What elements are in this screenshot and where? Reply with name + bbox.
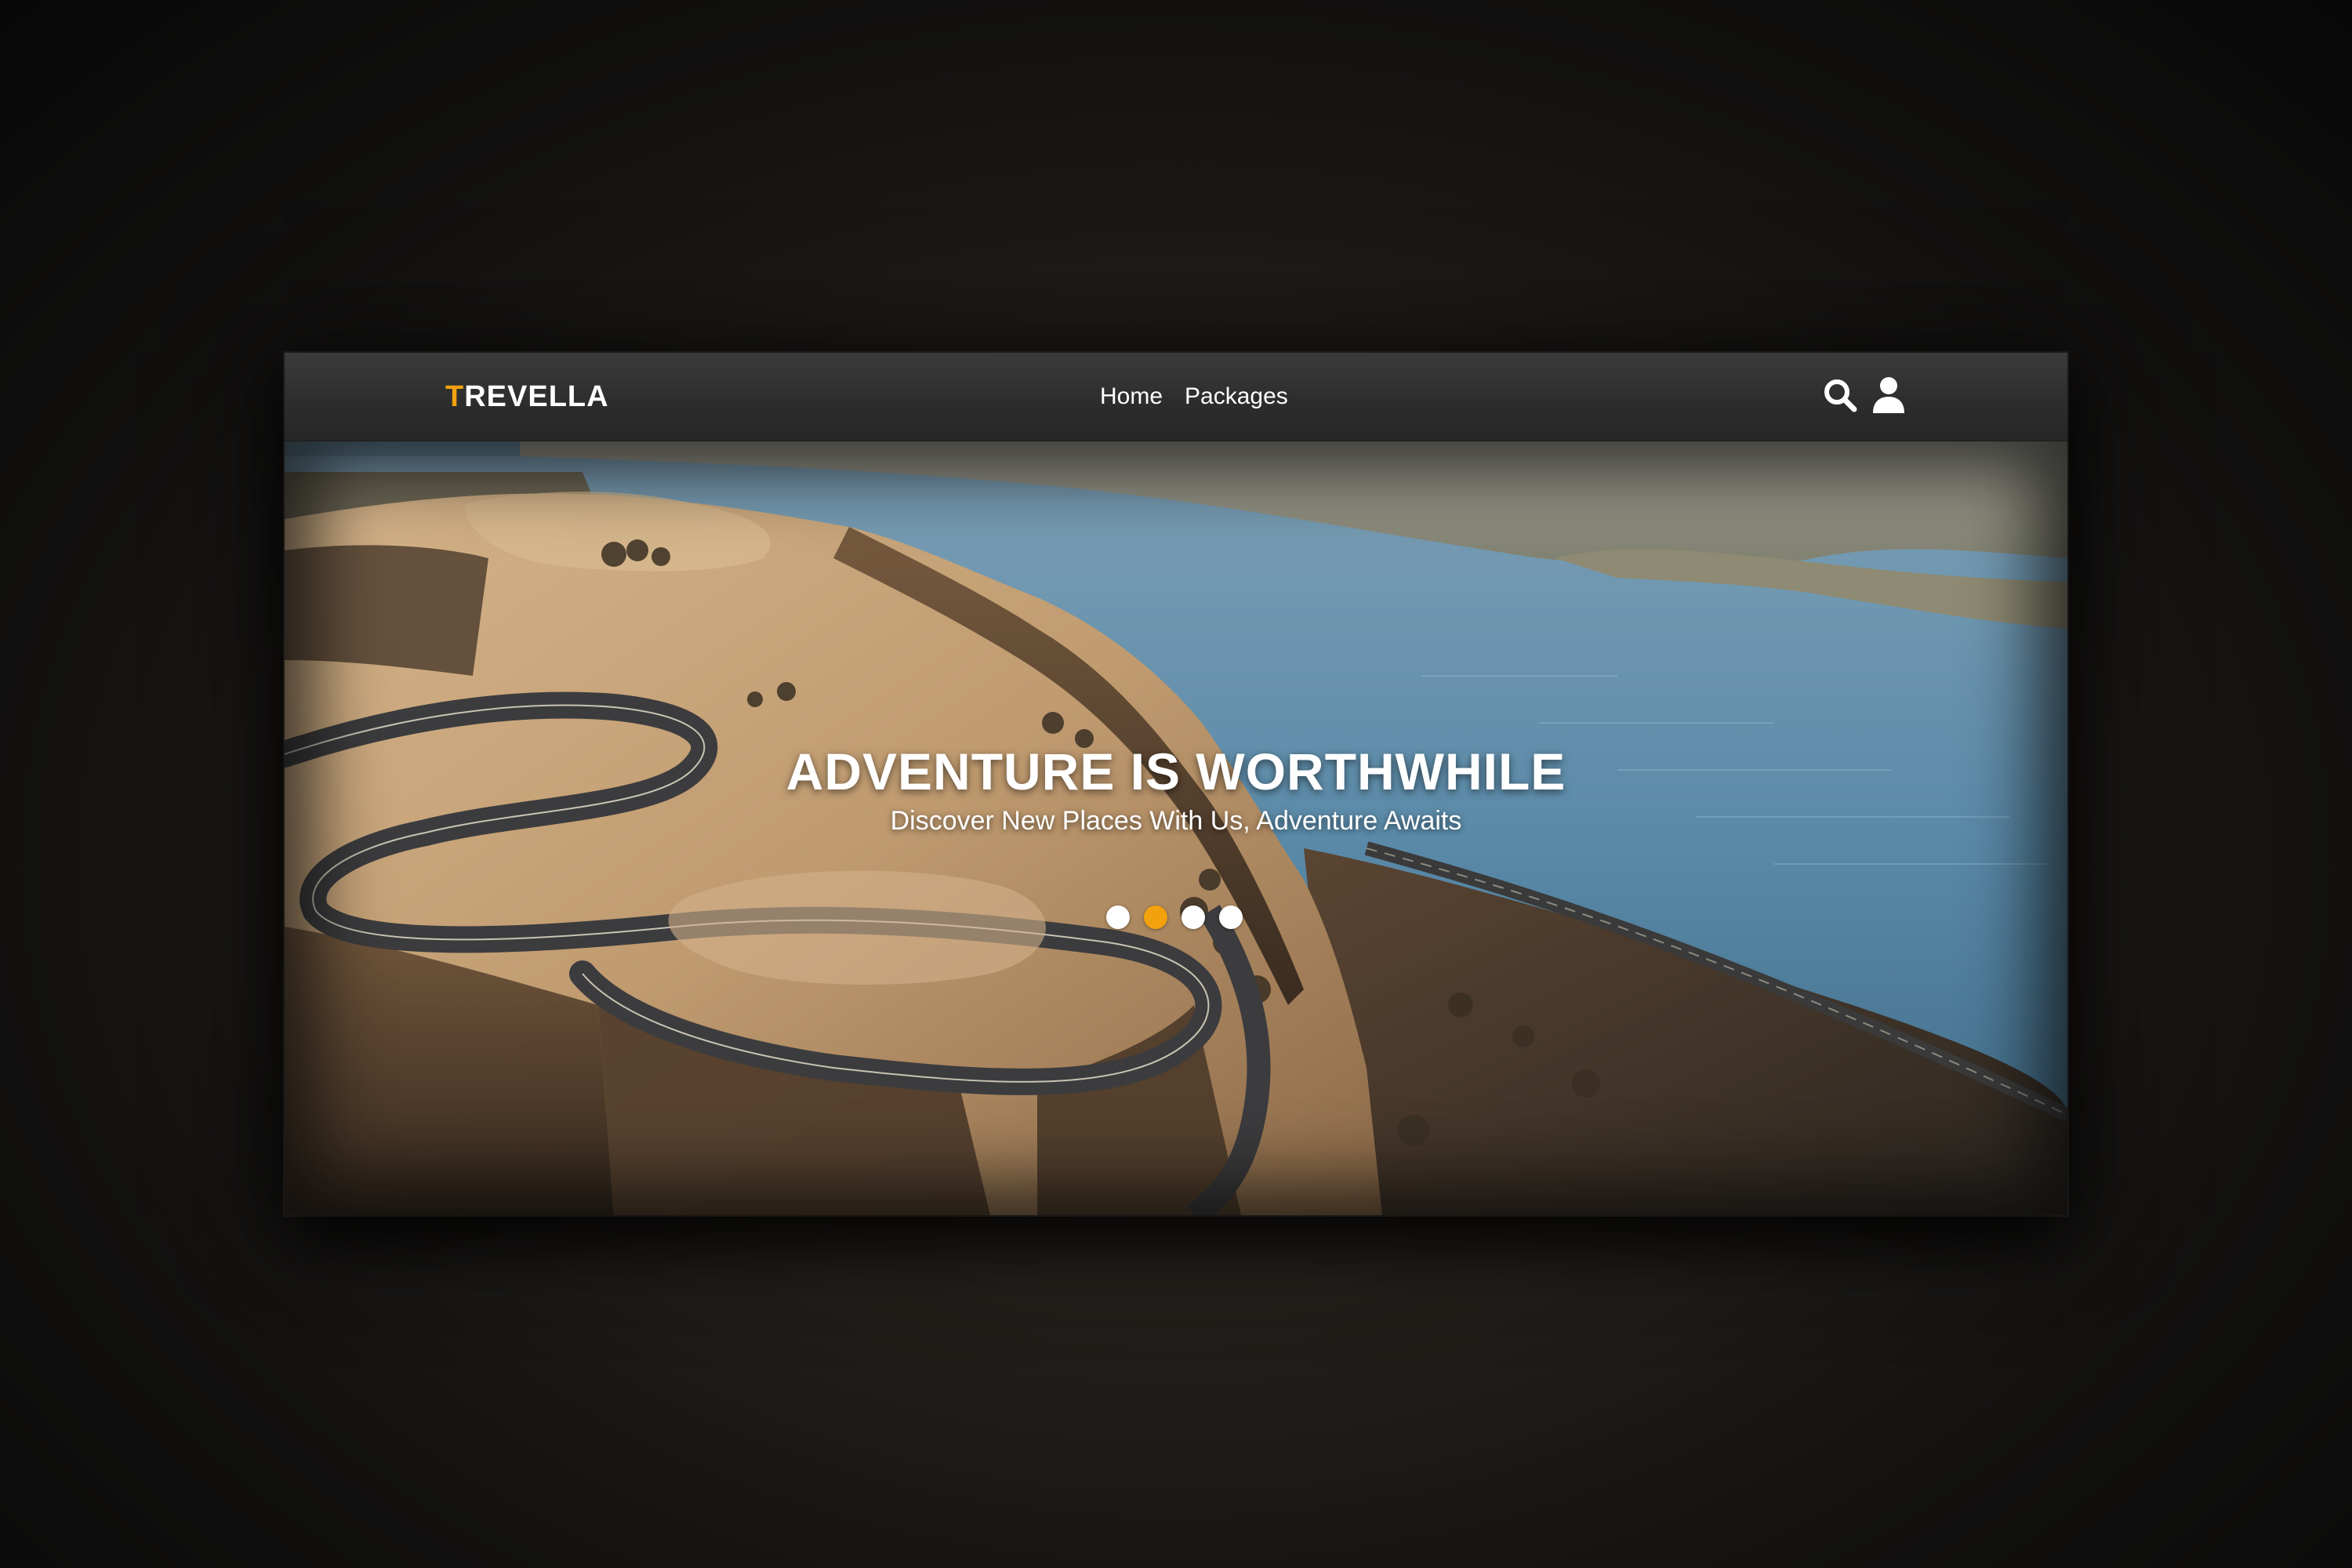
nav-link-home[interactable]: Home bbox=[1100, 383, 1163, 410]
logo-accent-letter: T bbox=[445, 380, 465, 413]
carousel-dot-3[interactable] bbox=[1181, 906, 1205, 929]
hero-title: ADVENTURE IS WORTHWHILE bbox=[786, 742, 1566, 801]
hero-banner: ADVENTURE IS WORTHWHILE Discover New Pla… bbox=[285, 441, 2067, 1215]
nav-link-packages[interactable]: Packages bbox=[1185, 383, 1288, 410]
search-icon[interactable] bbox=[1818, 373, 1862, 417]
carousel-dots bbox=[1106, 906, 1243, 929]
user-icon[interactable] bbox=[1867, 373, 1911, 417]
navbar: TREVELLA Home Packages bbox=[285, 353, 2067, 441]
brand-logo[interactable]: TREVELLA bbox=[445, 376, 609, 417]
logo-text: REVELLA bbox=[464, 380, 609, 413]
carousel-dot-1[interactable] bbox=[1106, 906, 1130, 929]
nav-icons bbox=[1818, 373, 1911, 417]
carousel-dot-2[interactable] bbox=[1144, 906, 1167, 929]
hero-subtitle: Discover New Places With Us, Adventure A… bbox=[890, 806, 1462, 836]
main-nav: Home Packages bbox=[1100, 376, 1288, 417]
carousel-dot-4[interactable] bbox=[1219, 906, 1243, 929]
website-mockup: TREVELLA Home Packages ADVENTURE IS WORT… bbox=[285, 353, 2067, 1215]
